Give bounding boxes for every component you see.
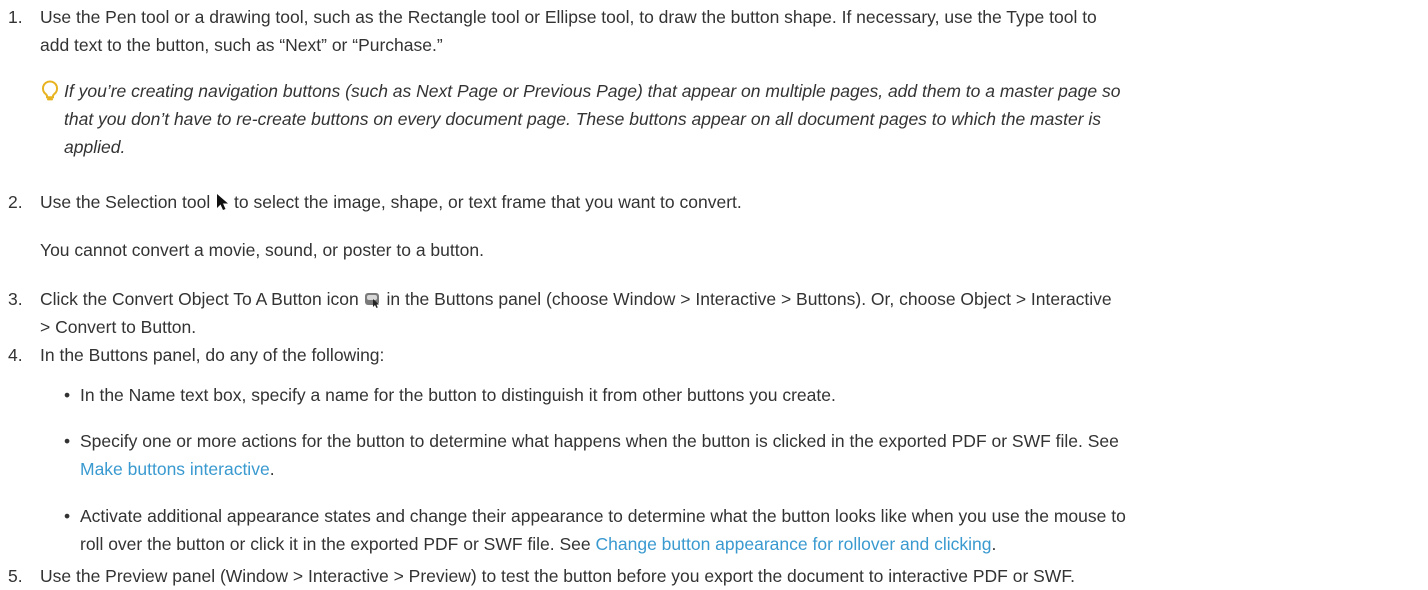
bullet-text: In the Name text box, specify a name for… (80, 385, 836, 405)
tip-text: If you’re creating navigation buttons (s… (64, 81, 1121, 101)
step-text: > Convert to Button. (40, 317, 197, 337)
step-number: 3. (8, 289, 23, 309)
step-number: 2. (8, 192, 23, 212)
step-note: You cannot convert a movie, sound, or po… (40, 240, 484, 260)
bullet-text: Make buttons interactive. (80, 455, 275, 483)
step-number: 5. (8, 566, 23, 586)
step-text: add text to the button, such as “Next” o… (40, 35, 443, 55)
bullet-text-part: roll over the button or click it in the … (80, 534, 596, 554)
step-text-part: in the Buttons panel (choose Window > In… (386, 289, 1112, 309)
tip-text: applied. (64, 137, 126, 157)
punctuation: . (991, 534, 997, 554)
change-button-appearance-link[interactable]: Change button appearance for rollover an… (596, 534, 992, 554)
step-text: In the Buttons panel, do any of the foll… (40, 345, 385, 365)
step-text: Use the Pen tool or a drawing tool, such… (40, 7, 1097, 27)
step-text: Use the Selection tool to select the ima… (40, 188, 742, 216)
step-number: 1. (8, 7, 23, 27)
bullet-dot: • (64, 431, 71, 451)
step-text-part: Use the Selection tool (40, 192, 211, 212)
lightbulb-icon (41, 80, 59, 101)
step-number: 4. (8, 345, 23, 365)
step-text-part: to select the image, shape, or text fram… (234, 192, 742, 212)
bullet-text: Specify one or more actions for the butt… (80, 431, 1119, 451)
bullet-dot: • (64, 385, 71, 405)
bullet-text: Activate additional appearance states an… (80, 506, 1126, 526)
selection-arrow-icon (217, 194, 229, 210)
bullet-text: roll over the button or click it in the … (80, 530, 996, 558)
bullet-dot: • (64, 506, 71, 526)
step-text: Click the Convert Object To A Button ico… (40, 285, 1112, 313)
make-buttons-interactive-link[interactable]: Make buttons interactive (80, 459, 270, 479)
step-text-part: Click the Convert Object To A Button ico… (40, 289, 359, 309)
tip-text: that you don’t have to re-create buttons… (64, 109, 1102, 129)
step-text: Use the Preview panel (Window > Interact… (40, 566, 1075, 586)
punctuation: . (269, 459, 275, 479)
convert-to-button-icon (364, 293, 379, 308)
